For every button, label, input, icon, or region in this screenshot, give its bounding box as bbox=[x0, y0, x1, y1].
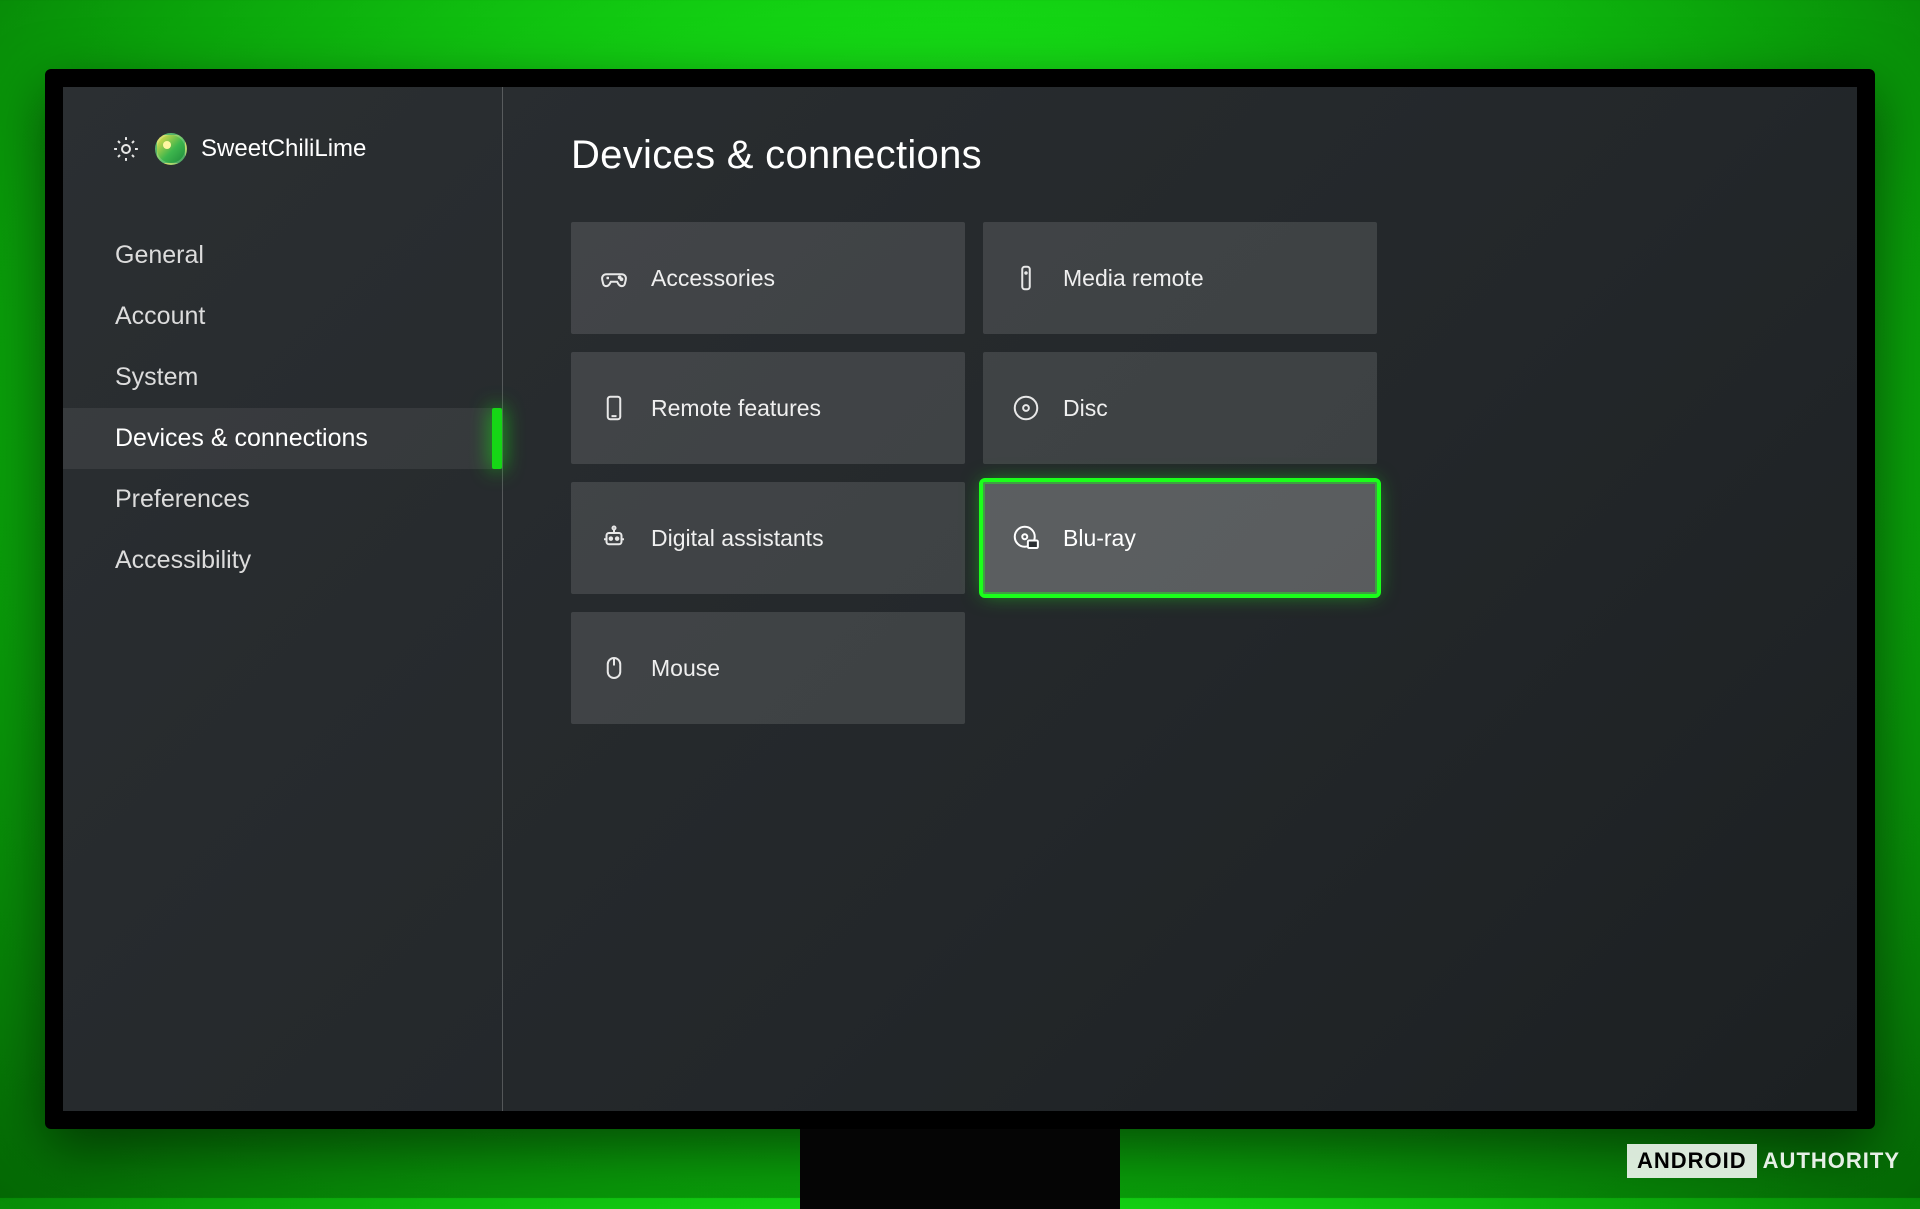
sidebar-item-account[interactable]: Account bbox=[63, 286, 502, 347]
sidebar-item-devices-connections[interactable]: Devices & connections bbox=[63, 408, 502, 469]
sidebar-item-label: Account bbox=[115, 302, 205, 330]
settings-screen: SweetChiliLime General Account System De… bbox=[63, 87, 1857, 1111]
tile-label: Media remote bbox=[1063, 265, 1204, 292]
sidebar-item-accessibility[interactable]: Accessibility bbox=[63, 530, 502, 591]
sidebar-item-label: General bbox=[115, 241, 204, 269]
watermark: ANDROID AUTHORITY bbox=[1627, 1144, 1900, 1178]
watermark-part1: ANDROID bbox=[1627, 1144, 1757, 1178]
sidebar-item-label: Preferences bbox=[115, 485, 250, 513]
tile-blu-ray[interactable]: Blu-ray bbox=[983, 482, 1377, 594]
gear-icon bbox=[111, 134, 141, 164]
tile-label: Disc bbox=[1063, 395, 1108, 422]
remote-icon bbox=[1011, 263, 1041, 293]
disc-icon bbox=[1011, 393, 1041, 423]
controller-icon bbox=[599, 263, 629, 293]
tile-label: Accessories bbox=[651, 265, 775, 292]
tile-accessories[interactable]: Accessories bbox=[571, 222, 965, 334]
avatar[interactable] bbox=[155, 133, 187, 165]
tile-label: Blu-ray bbox=[1063, 525, 1136, 552]
sidebar-nav: General Account System Devices & connect… bbox=[63, 205, 502, 591]
tile-remote-features[interactable]: Remote features bbox=[571, 352, 965, 464]
tile-grid: Accessories Media remote bbox=[571, 222, 1797, 724]
watermark-part2: AUTHORITY bbox=[1763, 1148, 1900, 1174]
tile-media-remote[interactable]: Media remote bbox=[983, 222, 1377, 334]
sidebar-item-system[interactable]: System bbox=[63, 347, 502, 408]
sidebar-item-preferences[interactable]: Preferences bbox=[63, 469, 502, 530]
sidebar-item-label: Devices & connections bbox=[115, 424, 368, 452]
tile-label: Remote features bbox=[651, 395, 821, 422]
tv-stand bbox=[800, 1129, 1120, 1209]
assistant-icon bbox=[599, 523, 629, 553]
sidebar-item-label: System bbox=[115, 363, 198, 391]
mouse-icon bbox=[599, 653, 629, 683]
main-pane: Devices & connections Accessories bbox=[503, 87, 1857, 1111]
sidebar-item-label: Accessibility bbox=[115, 546, 251, 574]
tile-mouse[interactable]: Mouse bbox=[571, 612, 965, 724]
sidebar-item-general[interactable]: General bbox=[63, 225, 502, 286]
sidebar: SweetChiliLime General Account System De… bbox=[63, 87, 503, 1111]
tile-label: Mouse bbox=[651, 655, 720, 682]
bluray-icon bbox=[1011, 523, 1041, 553]
tile-disc[interactable]: Disc bbox=[983, 352, 1377, 464]
tile-digital-assistants[interactable]: Digital assistants bbox=[571, 482, 965, 594]
sidebar-header: SweetChiliLime bbox=[63, 133, 502, 205]
tile-label: Digital assistants bbox=[651, 525, 824, 552]
page-title: Devices & connections bbox=[571, 133, 1797, 178]
tv-frame: SweetChiliLime General Account System De… bbox=[45, 69, 1875, 1129]
username-label: SweetChiliLime bbox=[201, 135, 366, 163]
phone-icon bbox=[599, 393, 629, 423]
